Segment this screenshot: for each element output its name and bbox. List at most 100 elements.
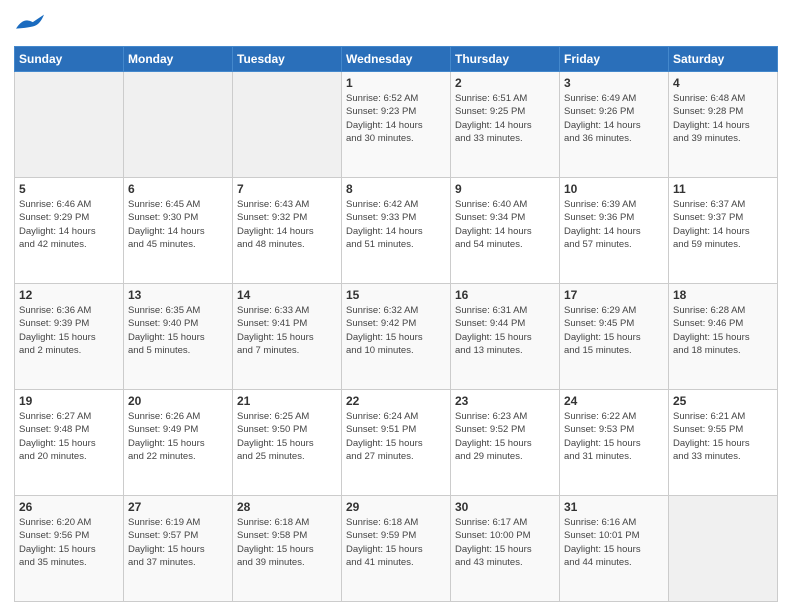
day-number: 2 xyxy=(455,76,555,90)
day-cell: 21 Sunrise: 6:25 AMSunset: 9:50 PMDayligh… xyxy=(233,390,342,496)
day-number: 13 xyxy=(128,288,228,302)
weekday-friday: Friday xyxy=(560,47,669,72)
day-info: Sunrise: 6:33 AMSunset: 9:41 PMDaylight:… xyxy=(237,304,337,357)
day-info: Sunrise: 6:40 AMSunset: 9:34 PMDaylight:… xyxy=(455,198,555,251)
day-number: 23 xyxy=(455,394,555,408)
day-cell: 11 Sunrise: 6:37 AMSunset: 9:37 PMDayligh… xyxy=(669,178,778,284)
day-info: Sunrise: 6:46 AMSunset: 9:29 PMDaylight:… xyxy=(19,198,119,251)
day-number: 1 xyxy=(346,76,446,90)
day-info: Sunrise: 6:36 AMSunset: 9:39 PMDaylight:… xyxy=(19,304,119,357)
weekday-thursday: Thursday xyxy=(451,47,560,72)
day-number: 8 xyxy=(346,182,446,196)
day-number: 9 xyxy=(455,182,555,196)
calendar-body: 1 Sunrise: 6:52 AMSunset: 9:23 PMDaylight… xyxy=(15,72,778,602)
day-info: Sunrise: 6:19 AMSunset: 9:57 PMDaylight:… xyxy=(128,516,228,569)
day-number: 21 xyxy=(237,394,337,408)
week-row-5: 26 Sunrise: 6:20 AMSunset: 9:56 PMDayligh… xyxy=(15,496,778,602)
day-number: 28 xyxy=(237,500,337,514)
day-cell: 20 Sunrise: 6:26 AMSunset: 9:49 PMDayligh… xyxy=(124,390,233,496)
day-number: 18 xyxy=(673,288,773,302)
day-info: Sunrise: 6:35 AMSunset: 9:40 PMDaylight:… xyxy=(128,304,228,357)
weekday-tuesday: Tuesday xyxy=(233,47,342,72)
day-info: Sunrise: 6:25 AMSunset: 9:50 PMDaylight:… xyxy=(237,410,337,463)
day-cell: 31 Sunrise: 6:16 AMSunset: 10:01 PMDaylig… xyxy=(560,496,669,602)
day-number: 3 xyxy=(564,76,664,90)
day-number: 27 xyxy=(128,500,228,514)
page: SundayMondayTuesdayWednesdayThursdayFrid… xyxy=(0,0,792,612)
day-number: 26 xyxy=(19,500,119,514)
day-cell: 22 Sunrise: 6:24 AMSunset: 9:51 PMDayligh… xyxy=(342,390,451,496)
week-row-1: 1 Sunrise: 6:52 AMSunset: 9:23 PMDaylight… xyxy=(15,72,778,178)
day-number: 25 xyxy=(673,394,773,408)
day-info: Sunrise: 6:28 AMSunset: 9:46 PMDaylight:… xyxy=(673,304,773,357)
day-number: 7 xyxy=(237,182,337,196)
day-cell: 24Sunrise: 6:22 AMSunset: 9:53 PMDayligh… xyxy=(560,390,669,496)
week-row-3: 12 Sunrise: 6:36 AMSunset: 9:39 PMDayligh… xyxy=(15,284,778,390)
day-cell: 5 Sunrise: 6:46 AMSunset: 9:29 PMDaylight… xyxy=(15,178,124,284)
day-info: Sunrise: 6:51 AMSunset: 9:25 PMDaylight:… xyxy=(455,92,555,145)
day-info: Sunrise: 6:31 AMSunset: 9:44 PMDaylight:… xyxy=(455,304,555,357)
day-cell: 9 Sunrise: 6:40 AMSunset: 9:34 PMDaylight… xyxy=(451,178,560,284)
weekday-saturday: Saturday xyxy=(669,47,778,72)
day-cell: 16 Sunrise: 6:31 AMSunset: 9:44 PMDayligh… xyxy=(451,284,560,390)
day-number: 30 xyxy=(455,500,555,514)
day-info: Sunrise: 6:24 AMSunset: 9:51 PMDaylight:… xyxy=(346,410,446,463)
day-cell: 10 Sunrise: 6:39 AMSunset: 9:36 PMDayligh… xyxy=(560,178,669,284)
day-cell: 26 Sunrise: 6:20 AMSunset: 9:56 PMDayligh… xyxy=(15,496,124,602)
day-cell: 12 Sunrise: 6:36 AMSunset: 9:39 PMDayligh… xyxy=(15,284,124,390)
day-number: 14 xyxy=(237,288,337,302)
day-cell: 14 Sunrise: 6:33 AMSunset: 9:41 PMDayligh… xyxy=(233,284,342,390)
day-cell: 6Sunrise: 6:45 AMSunset: 9:30 PMDaylight… xyxy=(124,178,233,284)
day-cell: 30 Sunrise: 6:17 AMSunset: 10:00 PMDaylig… xyxy=(451,496,560,602)
day-cell: 7Sunrise: 6:43 AMSunset: 9:32 PMDaylight… xyxy=(233,178,342,284)
day-number: 12 xyxy=(19,288,119,302)
day-cell: 4Sunrise: 6:48 AMSunset: 9:28 PMDaylight… xyxy=(669,72,778,178)
day-number: 19 xyxy=(19,394,119,408)
day-info: Sunrise: 6:18 AMSunset: 9:58 PMDaylight:… xyxy=(237,516,337,569)
week-row-4: 19Sunrise: 6:27 AMSunset: 9:48 PMDayligh… xyxy=(15,390,778,496)
day-cell: 17Sunrise: 6:29 AMSunset: 9:45 PMDayligh… xyxy=(560,284,669,390)
day-info: Sunrise: 6:20 AMSunset: 9:56 PMDaylight:… xyxy=(19,516,119,569)
day-number: 10 xyxy=(564,182,664,196)
day-cell: 25 Sunrise: 6:21 AMSunset: 9:55 PMDayligh… xyxy=(669,390,778,496)
day-number: 31 xyxy=(564,500,664,514)
day-number: 22 xyxy=(346,394,446,408)
logo-bird-icon xyxy=(16,10,44,38)
day-cell: 3 Sunrise: 6:49 AMSunset: 9:26 PMDaylight… xyxy=(560,72,669,178)
day-cell: 8 Sunrise: 6:42 AMSunset: 9:33 PMDaylight… xyxy=(342,178,451,284)
day-number: 29 xyxy=(346,500,446,514)
logo-line1 xyxy=(14,10,44,38)
day-number: 20 xyxy=(128,394,228,408)
header xyxy=(14,10,778,38)
day-cell: 27 Sunrise: 6:19 AMSunset: 9:57 PMDayligh… xyxy=(124,496,233,602)
day-info: Sunrise: 6:37 AMSunset: 9:37 PMDaylight:… xyxy=(673,198,773,251)
day-info: Sunrise: 6:29 AMSunset: 9:45 PMDaylight:… xyxy=(564,304,664,357)
day-info: Sunrise: 6:49 AMSunset: 9:26 PMDaylight:… xyxy=(564,92,664,145)
day-number: 6 xyxy=(128,182,228,196)
day-cell xyxy=(233,72,342,178)
day-number: 11 xyxy=(673,182,773,196)
day-cell: 19Sunrise: 6:27 AMSunset: 9:48 PMDayligh… xyxy=(15,390,124,496)
day-number: 16 xyxy=(455,288,555,302)
day-cell: 18 Sunrise: 6:28 AMSunset: 9:46 PMDayligh… xyxy=(669,284,778,390)
day-info: Sunrise: 6:21 AMSunset: 9:55 PMDaylight:… xyxy=(673,410,773,463)
day-cell: 15 Sunrise: 6:32 AMSunset: 9:42 PMDayligh… xyxy=(342,284,451,390)
day-cell: 13 Sunrise: 6:35 AMSunset: 9:40 PMDayligh… xyxy=(124,284,233,390)
day-number: 5 xyxy=(19,182,119,196)
day-info: Sunrise: 6:52 AMSunset: 9:23 PMDaylight:… xyxy=(346,92,446,145)
weekday-wednesday: Wednesday xyxy=(342,47,451,72)
weekday-monday: Monday xyxy=(124,47,233,72)
day-cell: 2 Sunrise: 6:51 AMSunset: 9:25 PMDaylight… xyxy=(451,72,560,178)
day-info: Sunrise: 6:39 AMSunset: 9:36 PMDaylight:… xyxy=(564,198,664,251)
day-info: Sunrise: 6:26 AMSunset: 9:49 PMDaylight:… xyxy=(128,410,228,463)
logo xyxy=(14,10,44,38)
day-cell: 23Sunrise: 6:23 AMSunset: 9:52 PMDayligh… xyxy=(451,390,560,496)
day-info: Sunrise: 6:17 AMSunset: 10:00 PMDaylight… xyxy=(455,516,555,569)
day-info: Sunrise: 6:16 AMSunset: 10:01 PMDaylight… xyxy=(564,516,664,569)
day-number: 15 xyxy=(346,288,446,302)
day-info: Sunrise: 6:42 AMSunset: 9:33 PMDaylight:… xyxy=(346,198,446,251)
day-info: Sunrise: 6:32 AMSunset: 9:42 PMDaylight:… xyxy=(346,304,446,357)
day-cell: 28 Sunrise: 6:18 AMSunset: 9:58 PMDayligh… xyxy=(233,496,342,602)
day-info: Sunrise: 6:22 AMSunset: 9:53 PMDaylight:… xyxy=(564,410,664,463)
day-info: Sunrise: 6:48 AMSunset: 9:28 PMDaylight:… xyxy=(673,92,773,145)
